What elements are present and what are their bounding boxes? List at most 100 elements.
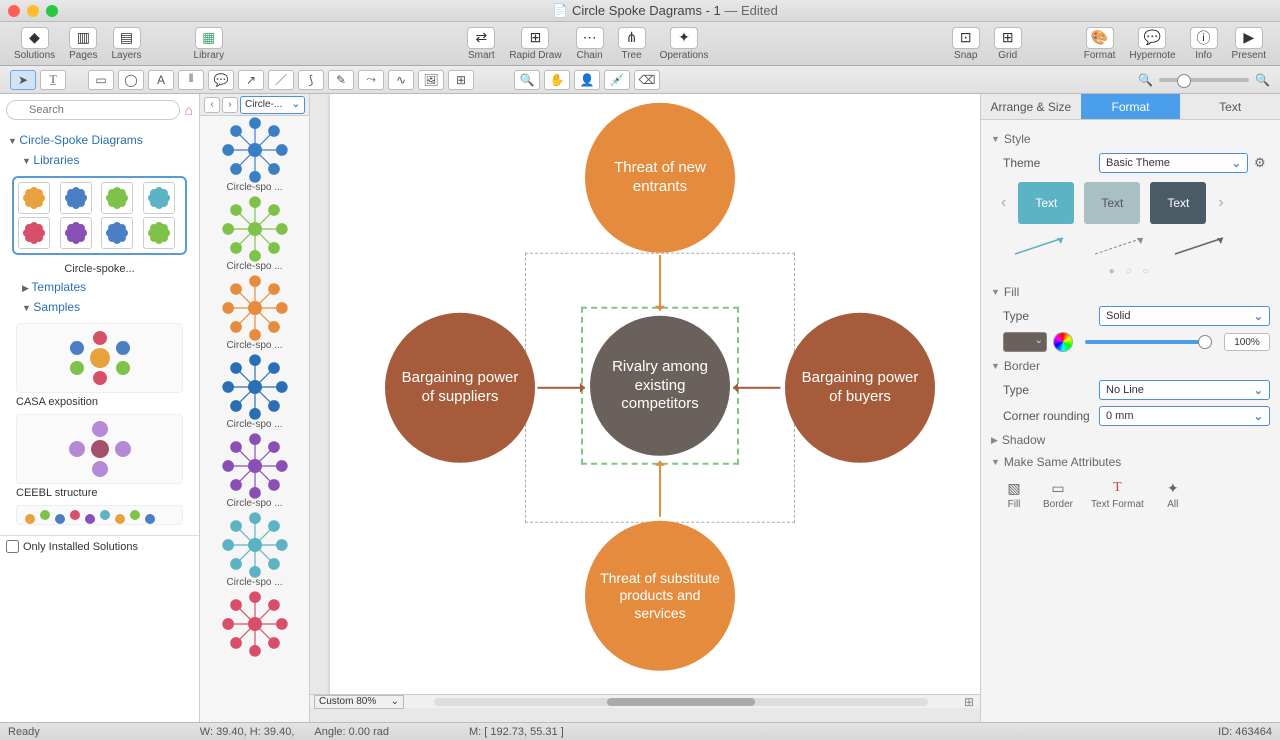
only-installed-checkbox[interactable] [6, 540, 19, 553]
callout-tool[interactable]: 💬 [208, 70, 234, 90]
node-left[interactable]: Bargaining power of suppliers [385, 313, 535, 463]
tab-text[interactable]: Text [1180, 94, 1280, 119]
h-scrollbar[interactable] [434, 698, 928, 706]
zoom-out-icon[interactable]: 🔍 [1138, 73, 1153, 87]
node-center[interactable]: Rivalry among existing competitors [590, 316, 730, 456]
zoom-select[interactable]: Custom 80% [314, 695, 404, 709]
color-wheel-icon[interactable] [1053, 332, 1073, 352]
shapes-back[interactable]: ‹ [204, 97, 220, 113]
arrow-tool[interactable]: ↗ [238, 70, 264, 90]
gear-icon[interactable]: ⚙ [1254, 155, 1270, 171]
theme-select[interactable]: Basic Theme [1099, 153, 1248, 173]
shape-library-item[interactable]: Circle-spo ... [204, 120, 305, 193]
zoom-tool[interactable]: 🔍 [514, 70, 540, 90]
style-preview[interactable]: Text [1018, 182, 1074, 224]
pointer-tool[interactable]: ➤ [10, 70, 36, 90]
shape-library-item[interactable]: Circle-spo ... [204, 199, 305, 272]
info-button[interactable]: ⓘInfo [1184, 25, 1224, 63]
container-tool[interactable]: ⊞ [448, 70, 474, 90]
node-right[interactable]: Bargaining power of buyers [785, 313, 935, 463]
canvas[interactable]: Threat of new entrants Threat of substit… [330, 94, 980, 694]
node-top[interactable]: Threat of new entrants [585, 103, 735, 253]
section-border[interactable]: Border [991, 355, 1270, 377]
spline-tool[interactable]: ∿ [388, 70, 414, 90]
tree-samples[interactable]: Samples [8, 297, 191, 317]
textbox-tool[interactable]: 𝍪 [178, 70, 204, 90]
connector[interactable] [537, 387, 585, 389]
tree-libraries[interactable]: Libraries [8, 150, 191, 170]
sample-item[interactable]: CEEBL structure [16, 414, 183, 499]
section-msa[interactable]: Make Same Attributes [991, 451, 1270, 473]
arrow-style[interactable] [1171, 234, 1231, 258]
corner-select[interactable]: 0 mm [1099, 406, 1270, 426]
shape-library-item[interactable]: Circle-spo ... [204, 436, 305, 509]
connector-tool[interactable]: ⤳ [358, 70, 384, 90]
line-tool[interactable]: ／ [268, 70, 294, 90]
home-icon[interactable]: ⌂ [185, 102, 193, 118]
style-preview[interactable]: Text [1084, 182, 1140, 224]
tree-templates[interactable]: Templates [8, 277, 191, 297]
shape-library-item[interactable]: Circle-spo ... [204, 515, 305, 588]
style-preview[interactable]: Text [1150, 182, 1206, 224]
rect-tool[interactable]: ▭ [88, 70, 114, 90]
present-button[interactable]: ▶Present [1226, 25, 1272, 63]
pages-button[interactable]: ▥Pages [63, 25, 103, 63]
maximize-button[interactable] [46, 5, 58, 17]
close-button[interactable] [8, 5, 20, 17]
solutions-button[interactable]: ◆Solutions [8, 25, 61, 63]
erase-tool[interactable]: ⌫ [634, 70, 660, 90]
msa-fill[interactable]: ▧Fill [1003, 479, 1025, 510]
msa-text[interactable]: TText Format [1091, 479, 1144, 510]
hand-tool[interactable]: ✋ [544, 70, 570, 90]
msa-all[interactable]: ✦All [1162, 479, 1184, 510]
arrow-style[interactable] [1011, 234, 1071, 258]
style-prev-right[interactable]: › [1216, 194, 1225, 212]
sample-item[interactable]: CASA exposition [16, 323, 183, 408]
zoom-in-icon[interactable]: 🔍 [1255, 73, 1270, 87]
image-tool[interactable]: 🖼 [418, 70, 444, 90]
text-tool[interactable]: A [148, 70, 174, 90]
style-prev-left[interactable]: ‹ [999, 194, 1008, 212]
fit-icon[interactable]: ⊞ [958, 695, 980, 709]
eyedropper-tool[interactable]: 💉 [604, 70, 630, 90]
pen-tool[interactable]: ✎ [328, 70, 354, 90]
tree-button[interactable]: ⋔Tree [612, 25, 652, 63]
ops-button[interactable]: ✦Operations [654, 25, 715, 63]
stamp-tool[interactable]: 👤 [574, 70, 600, 90]
shapes-fwd[interactable]: › [222, 97, 238, 113]
tab-format[interactable]: Format [1081, 94, 1181, 119]
page-dots[interactable]: ● ○ ○ [991, 262, 1270, 281]
curve-tool[interactable]: ⟆ [298, 70, 324, 90]
opacity-value[interactable]: 100% [1224, 333, 1270, 351]
sample-item[interactable] [16, 505, 183, 525]
rapid-button[interactable]: ⊞Rapid Draw [503, 25, 567, 63]
chain-button[interactable]: ⋯Chain [570, 25, 610, 63]
arrow-style[interactable] [1091, 234, 1151, 258]
fill-color-swatch[interactable] [1003, 332, 1047, 352]
zoom-slider[interactable]: 🔍 🔍 [1138, 73, 1270, 87]
snap-button[interactable]: ⊡Snap [946, 25, 986, 63]
shape-library-item[interactable]: Circle-spo ... [204, 278, 305, 351]
format-button[interactable]: 🎨Format [1078, 25, 1122, 63]
shape-library-item[interactable] [204, 594, 305, 654]
ellipse-tool[interactable]: ◯ [118, 70, 144, 90]
minimize-button[interactable] [27, 5, 39, 17]
shapes-selector[interactable]: Circle-... [240, 96, 305, 114]
section-shadow[interactable]: Shadow [991, 429, 1270, 451]
border-type-select[interactable]: No Line [1099, 380, 1270, 400]
search-input[interactable] [6, 100, 180, 120]
section-style[interactable]: Style [991, 128, 1270, 150]
layers-button[interactable]: ▤Layers [106, 25, 148, 63]
opacity-slider[interactable] [1085, 340, 1212, 344]
section-fill[interactable]: Fill [991, 281, 1270, 303]
text-cursor-tool[interactable]: T̲ [40, 70, 66, 90]
connector[interactable] [659, 255, 661, 311]
msa-border[interactable]: ▭Border [1043, 479, 1073, 510]
node-bottom[interactable]: Threat of substitute products and servic… [585, 521, 735, 671]
hypernote-button[interactable]: 💬Hypernote [1123, 25, 1181, 63]
smart-button[interactable]: ⇄Smart [461, 25, 501, 63]
library-button[interactable]: ▦Library [188, 25, 231, 63]
tree-heading[interactable]: Circle-Spoke Diagrams [8, 130, 191, 150]
grid-button[interactable]: ⊞Grid [988, 25, 1028, 63]
shape-library-item[interactable]: Circle-spo ... [204, 357, 305, 430]
